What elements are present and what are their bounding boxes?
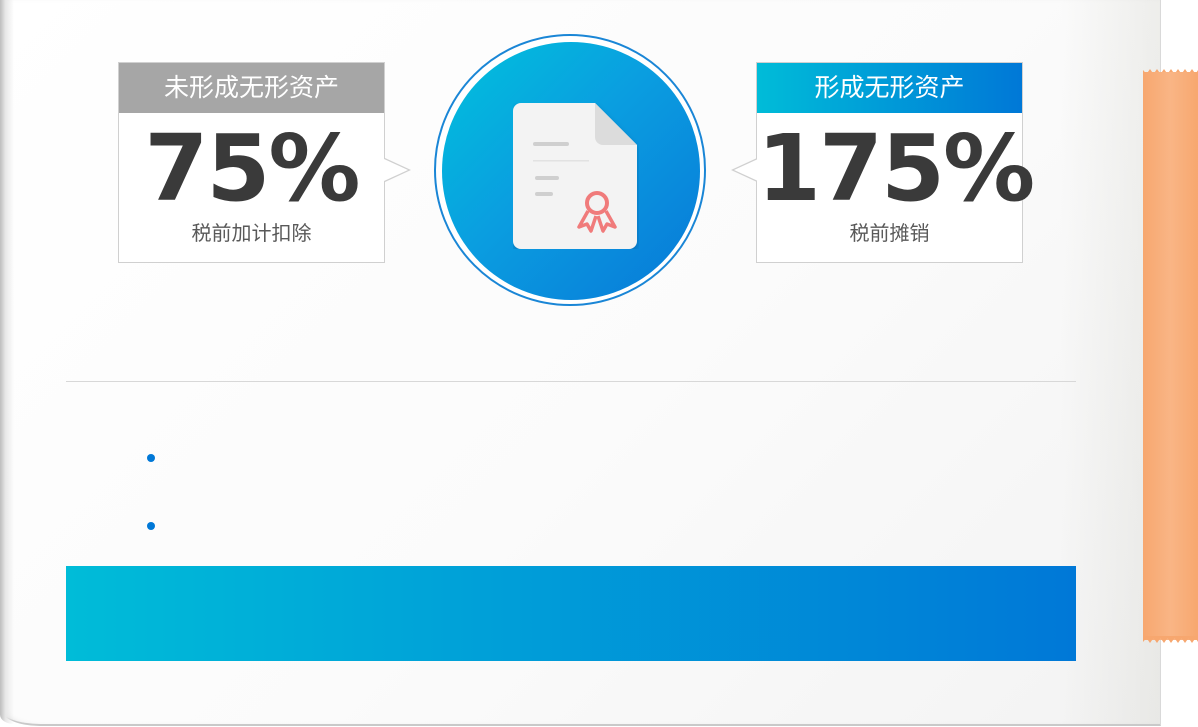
card-no-intangible-asset: 未形成无形资产 75% 税前加计扣除 bbox=[118, 62, 385, 263]
certificate-document-icon bbox=[513, 103, 637, 249]
card-intangible-asset: 形成无形资产 175% 税前摊销 bbox=[756, 62, 1035, 263]
tape-bottom-edge bbox=[1143, 636, 1198, 643]
paper-curl bbox=[0, 0, 14, 724]
card-percentage: 175% bbox=[757, 115, 1035, 222]
card-header: 形成无形资产 bbox=[757, 63, 1022, 113]
banner-text bbox=[66, 566, 1076, 661]
bullet-point bbox=[147, 522, 155, 530]
bullet-point bbox=[147, 454, 155, 462]
card-header: 未形成无形资产 bbox=[119, 63, 384, 113]
card-pointer-left bbox=[384, 158, 411, 182]
bottom-banner bbox=[66, 566, 1076, 661]
divider-line bbox=[66, 381, 1076, 382]
orange-tape bbox=[1143, 72, 1198, 640]
card-pointer-right bbox=[731, 158, 758, 182]
card-percentage: 75% bbox=[144, 115, 360, 222]
